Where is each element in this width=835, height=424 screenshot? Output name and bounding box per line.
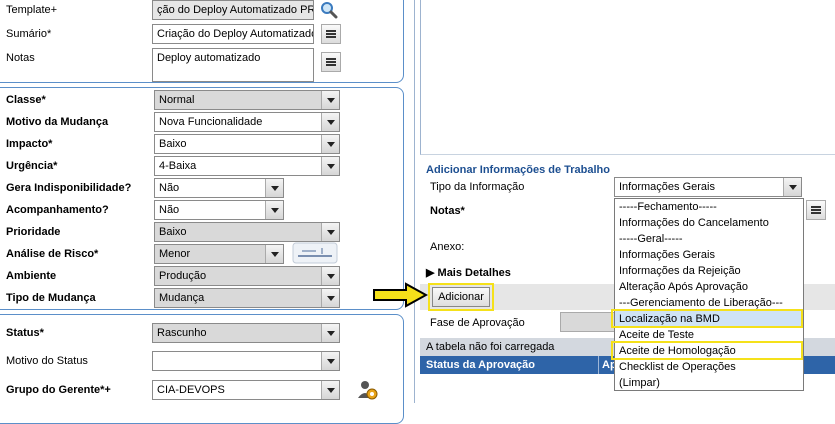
info-type-value: Informações Gerais bbox=[619, 181, 715, 193]
arrow-right-icon bbox=[372, 282, 429, 308]
priority-select[interactable]: Baixo bbox=[154, 222, 340, 242]
info-type-select[interactable]: Informações Gerais bbox=[614, 177, 802, 197]
unavailability-select[interactable]: Não bbox=[154, 178, 284, 198]
chevron-down-icon bbox=[265, 179, 283, 197]
option-highlight-homologacao bbox=[611, 341, 803, 360]
chevron-down-icon bbox=[321, 267, 339, 285]
chevron-down-icon bbox=[265, 201, 283, 219]
list-icon bbox=[811, 206, 821, 214]
table-not-loaded-text: A tabela não foi carregada bbox=[426, 341, 555, 353]
class-label: Classe* bbox=[6, 94, 46, 106]
group-lookup-icon[interactable] bbox=[356, 378, 380, 402]
search-icon[interactable] bbox=[320, 1, 338, 19]
dropdown-option[interactable]: -----Fechamento----- bbox=[615, 199, 803, 215]
dropdown-option[interactable]: -----Geral----- bbox=[615, 231, 803, 247]
info-type-dropdown[interactable]: -----Fechamento----- Informações do Canc… bbox=[614, 198, 804, 391]
impact-value: Baixo bbox=[159, 138, 187, 150]
impact-label: Impacto* bbox=[6, 138, 53, 150]
chevron-down-icon bbox=[321, 135, 339, 153]
add-button-highlight bbox=[428, 283, 494, 311]
status-reason-select[interactable] bbox=[152, 351, 340, 371]
class-value: Normal bbox=[159, 94, 195, 106]
risk-value: Menor bbox=[159, 248, 191, 260]
summary-expand-button[interactable] bbox=[321, 24, 341, 44]
follow-up-select[interactable]: Não bbox=[154, 200, 284, 220]
reason-value: Nova Funcionalidade bbox=[159, 116, 263, 128]
manager-group-value: CIA-DEVOPS bbox=[157, 384, 225, 396]
more-details-label: Mais Detalhes bbox=[437, 267, 511, 279]
list-icon bbox=[326, 30, 336, 38]
dropdown-option[interactable]: Checklist de Operações bbox=[615, 359, 803, 375]
manager-group-label: Grupo do Gerente*+ bbox=[6, 384, 111, 396]
triangle-right-icon: ▶ bbox=[426, 267, 435, 279]
summary-label: Sumário* bbox=[6, 28, 52, 40]
chevron-down-icon bbox=[783, 178, 801, 196]
chevron-down-icon bbox=[321, 381, 339, 399]
environment-value: Produção bbox=[159, 270, 207, 282]
urgency-label: Urgência* bbox=[6, 160, 58, 172]
panel-divider bbox=[414, 0, 415, 403]
change-type-select[interactable]: Mudança bbox=[154, 288, 340, 308]
attachment-label: Anexo: bbox=[430, 241, 465, 253]
status-reason-label: Motivo do Status bbox=[6, 355, 88, 367]
info-type-label: Tipo da Informação bbox=[430, 181, 525, 193]
unavailability-value: Não bbox=[159, 182, 180, 194]
environment-select[interactable]: Produção bbox=[154, 266, 340, 286]
dropdown-option[interactable]: Informações Gerais bbox=[615, 247, 803, 263]
priority-label: Prioridade bbox=[6, 226, 61, 238]
list-icon bbox=[326, 58, 336, 66]
status-reason-value bbox=[153, 352, 321, 370]
impact-select[interactable]: Baixo bbox=[154, 134, 340, 154]
template-field[interactable]: ção do Deploy Automatizado PRD bbox=[152, 0, 314, 20]
summary-field[interactable]: Criação do Deploy Automatizado bbox=[152, 24, 314, 44]
status-select[interactable]: Rascunho bbox=[152, 323, 340, 343]
unavailability-label: Gera Indisponibilidade? bbox=[6, 182, 132, 194]
risk-select[interactable]: Menor bbox=[154, 244, 284, 264]
dropdown-option[interactable]: Informações do Cancelamento bbox=[615, 215, 803, 231]
dropdown-option[interactable]: Informações da Rejeição bbox=[615, 263, 803, 279]
reason-label: Motivo da Mudança bbox=[6, 116, 109, 128]
chevron-down-icon bbox=[321, 113, 339, 131]
risk-label: Análise de Risco* bbox=[6, 248, 99, 260]
change-type-label: Tipo de Mudança bbox=[6, 292, 96, 304]
chevron-down-icon bbox=[321, 289, 339, 307]
follow-up-value: Não bbox=[159, 204, 180, 216]
chevron-down-icon bbox=[321, 352, 339, 370]
urgency-value: 4-Baixa bbox=[159, 160, 197, 172]
more-details-toggle[interactable]: ▶ Mais Detalhes bbox=[426, 266, 511, 279]
follow-up-label: Acompanhamento? bbox=[6, 204, 109, 216]
work-notes-expand-button[interactable] bbox=[806, 200, 826, 220]
template-label: Template+ bbox=[6, 4, 58, 16]
chevron-down-icon bbox=[321, 324, 339, 342]
change-type-value: Mudança bbox=[159, 292, 205, 304]
col-divider bbox=[598, 356, 599, 374]
manager-group-select[interactable]: CIA-DEVOPS bbox=[152, 380, 340, 400]
class-select[interactable]: Normal bbox=[154, 90, 340, 110]
approval-phase-label: Fase de Aprovação bbox=[430, 317, 525, 329]
status-value: Rascunho bbox=[157, 327, 207, 339]
risk-calculator-icon[interactable] bbox=[292, 242, 338, 264]
notes-field[interactable]: Deploy automatizado bbox=[152, 48, 314, 82]
notes-expand-button[interactable] bbox=[321, 52, 341, 72]
work-info-title: Adicionar Informações de Trabalho bbox=[426, 164, 610, 176]
urgency-select[interactable]: 4-Baixa bbox=[154, 156, 340, 176]
col-approval-status[interactable]: Status da Aprovação bbox=[426, 359, 535, 371]
work-notes-label: Notas* bbox=[430, 205, 465, 217]
chevron-down-icon bbox=[265, 245, 283, 263]
chevron-down-icon bbox=[321, 223, 339, 241]
notes-label: Notas bbox=[6, 52, 35, 64]
environment-label: Ambiente bbox=[6, 270, 57, 282]
approval-phase-field[interactable] bbox=[560, 312, 616, 332]
status-label: Status* bbox=[6, 327, 44, 339]
option-highlight-bmd bbox=[611, 309, 803, 328]
chevron-down-icon bbox=[321, 91, 339, 109]
chevron-down-icon bbox=[321, 157, 339, 175]
work-info-history-area bbox=[420, 0, 835, 155]
reason-select[interactable]: Nova Funcionalidade bbox=[154, 112, 340, 132]
priority-value: Baixo bbox=[159, 226, 187, 238]
dropdown-option[interactable]: (Limpar) bbox=[615, 375, 803, 391]
dropdown-option[interactable]: Alteração Após Aprovação bbox=[615, 279, 803, 295]
